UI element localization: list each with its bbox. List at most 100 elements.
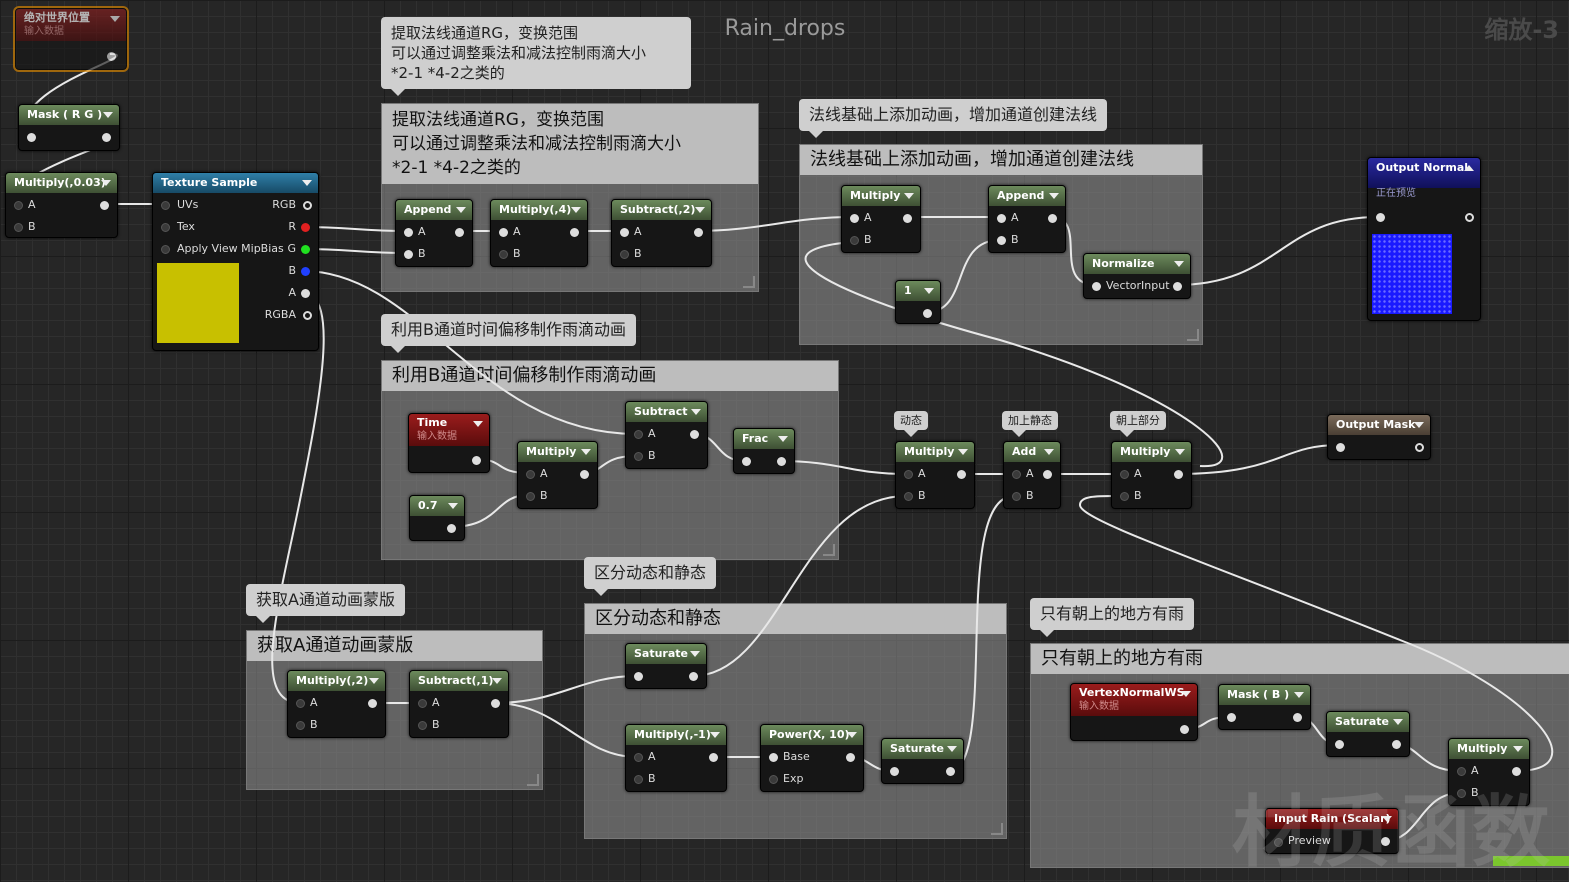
node-title[interactable]: Multiply(,4) [491, 200, 587, 220]
node-header[interactable]: Output Normal 正在预览 [1368, 158, 1480, 199]
comment-title[interactable]: 只有朝上的地方有雨 [1031, 644, 1569, 674]
input-pin-b[interactable] [634, 452, 643, 461]
node-multiply-3[interactable]: Multiply A B [895, 441, 975, 509]
resize-handle[interactable] [823, 544, 835, 556]
node-title[interactable]: Append [989, 186, 1065, 206]
output-pin[interactable] [100, 201, 109, 210]
node-normalize[interactable]: Normalize VectorInput [1083, 253, 1191, 299]
output-pin[interactable] [491, 699, 500, 708]
input-pin-b[interactable] [904, 492, 913, 501]
node-frac[interactable]: Frac [733, 428, 795, 474]
node-time[interactable]: Time 输入数据 [408, 413, 490, 473]
output-pin-r[interactable] [301, 223, 310, 232]
output-pin[interactable] [846, 753, 855, 762]
node-multiply-4[interactable]: Multiply(,4) A B [490, 199, 588, 267]
output-pin[interactable] [1293, 713, 1302, 722]
node-multiply-003[interactable]: Multiply(,0.03) A B [5, 172, 118, 238]
output-pin[interactable] [694, 228, 703, 237]
output-pin[interactable] [923, 309, 932, 318]
comment-title[interactable]: 利用B通道时间偏移制作雨滴动画 [382, 361, 838, 391]
comment-title[interactable]: 区分动态和静态 [585, 604, 1006, 634]
node-title[interactable]: Multiply(,0.03) [6, 173, 117, 193]
output-pin[interactable] [1465, 213, 1474, 222]
output-pin[interactable] [903, 214, 912, 223]
input-pin-b[interactable] [634, 775, 643, 784]
node-title[interactable]: Multiply [518, 442, 597, 462]
input-pin-b[interactable] [526, 492, 535, 501]
output-pin[interactable] [946, 767, 955, 776]
input-pin-vector[interactable] [1092, 282, 1101, 291]
node-title[interactable]: Saturate [1327, 712, 1409, 732]
input-pin[interactable] [890, 767, 899, 776]
node-header[interactable]: 绝对世界位置 输入数据 [16, 9, 126, 41]
input-pin-b[interactable] [499, 250, 508, 259]
node-title[interactable]: Multiply(,2) [288, 671, 385, 691]
node-append-1[interactable]: Append A B [395, 199, 473, 267]
node-add[interactable]: Add A B [1003, 441, 1061, 509]
node-saturate-2[interactable]: Saturate [881, 738, 964, 784]
output-pin[interactable] [107, 52, 116, 61]
input-pin[interactable] [1376, 213, 1385, 222]
node-multiply-neg1[interactable]: Multiply(,-1) A B [625, 724, 727, 792]
node-title[interactable]: Mask ( B ) [1219, 685, 1310, 705]
output-pin[interactable] [455, 228, 464, 237]
node-mask-rg[interactable]: Mask ( R G ) [18, 104, 120, 151]
input-pin-mip[interactable] [161, 245, 170, 254]
output-pin[interactable] [1415, 443, 1424, 452]
node-title[interactable]: Frac [734, 429, 794, 449]
node-multiply-2[interactable]: Multiply A B [517, 441, 598, 509]
input-pin-b[interactable] [620, 250, 629, 259]
node-subtract-2[interactable]: Subtract(,2) A B [611, 199, 712, 267]
node-multiply-4[interactable]: Multiply A B [1111, 441, 1192, 509]
input-pin-tex[interactable] [161, 223, 170, 232]
output-pin[interactable] [1173, 282, 1182, 291]
node-vertex-normal-ws[interactable]: VertexNormalWS 输入数据 [1070, 683, 1198, 741]
input-pin-b[interactable] [997, 236, 1006, 245]
output-pin[interactable] [580, 470, 589, 479]
node-title[interactable]: Subtract(,1) [410, 671, 508, 691]
node-world-position[interactable]: 绝对世界位置 输入数据 [15, 8, 127, 70]
output-pin[interactable] [957, 470, 966, 479]
node-output-mask[interactable]: Output Mask [1327, 414, 1431, 460]
input-pin[interactable] [634, 672, 643, 681]
input-pin-a[interactable] [1120, 470, 1129, 479]
input-pin-a[interactable] [418, 699, 427, 708]
input-pin[interactable] [27, 133, 36, 142]
node-subtract-1[interactable]: Subtract(,1) A B [409, 670, 509, 738]
node-texture-sample[interactable]: Texture Sample UVs Tex Apply View MipBia… [152, 172, 319, 351]
node-title[interactable]: Multiply [1112, 442, 1191, 462]
node-append-2[interactable]: Append A B [988, 185, 1066, 253]
resize-handle[interactable] [991, 823, 1003, 835]
input-pin-a[interactable] [1012, 470, 1021, 479]
input-pin-base[interactable] [769, 753, 778, 762]
output-pin[interactable] [1174, 470, 1183, 479]
node-header[interactable]: VertexNormalWS 输入数据 [1071, 684, 1197, 716]
input-pin[interactable] [1227, 713, 1236, 722]
node-title[interactable]: Multiply [1449, 739, 1529, 759]
node-saturate-3[interactable]: Saturate [1326, 711, 1410, 757]
node-multiply-1[interactable]: Multiply A B [841, 185, 921, 253]
output-pin[interactable] [1043, 470, 1052, 479]
input-pin-a[interactable] [904, 470, 913, 479]
output-pin-rgba[interactable] [303, 311, 312, 320]
resize-handle[interactable] [743, 276, 755, 288]
node-title[interactable]: Output Mask [1328, 415, 1430, 435]
input-pin-a[interactable] [997, 214, 1006, 223]
node-title[interactable]: Multiply [896, 442, 974, 462]
node-constant-1[interactable]: 1 [895, 280, 941, 324]
input-pin-a[interactable] [404, 228, 413, 237]
output-pin[interactable] [777, 457, 786, 466]
input-pin-a[interactable] [526, 470, 535, 479]
output-pin-a[interactable] [301, 289, 310, 298]
input-pin-a[interactable] [296, 699, 305, 708]
input-pin-uvs[interactable] [161, 201, 170, 210]
output-pin-b[interactable] [301, 267, 310, 276]
node-power[interactable]: Power(X, 10) Base Exp [760, 724, 864, 792]
input-pin-b[interactable] [418, 721, 427, 730]
node-title[interactable]: Append [396, 200, 472, 220]
node-saturate-1[interactable]: Saturate [625, 643, 707, 689]
output-pin[interactable] [102, 133, 111, 142]
node-output-normal[interactable]: Output Normal 正在预览 [1367, 157, 1481, 321]
node-header[interactable]: Time 输入数据 [409, 414, 489, 446]
node-title[interactable]: Power(X, 10) [761, 725, 863, 745]
